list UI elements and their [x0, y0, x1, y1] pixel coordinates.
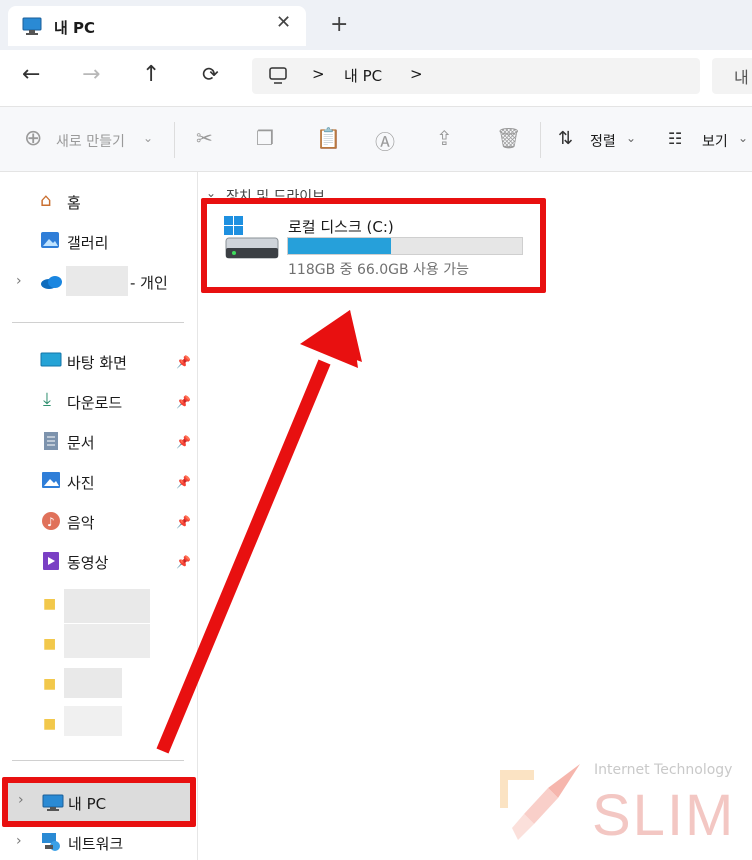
paste-icon[interactable]: 📋: [316, 126, 341, 150]
folder-icon: ■: [43, 676, 57, 692]
add-icon: ⊕: [24, 126, 43, 151]
sidebar-item-label: 음악: [67, 514, 95, 532]
separator: [540, 122, 541, 158]
onedrive-cloud-icon: [41, 276, 62, 289]
drive-usage-bar: [287, 237, 523, 255]
sidebar-item-label: 갤러리: [67, 234, 109, 252]
annotation-arrow: [156, 310, 362, 754]
drive-name: 로컬 디스크 (C:): [288, 218, 394, 236]
sidebar-item-gallery[interactable]: 갤러리: [40, 230, 190, 254]
sidebar-item-home[interactable]: ⌂ 홈: [40, 190, 190, 214]
network-icon: [42, 833, 60, 851]
sidebar-item-label: 다운로드: [67, 394, 123, 412]
tab-label: 내 PC: [54, 19, 96, 37]
desktop-icon: [40, 352, 62, 367]
folder-icon: ■: [43, 636, 57, 652]
redacted-folder-name: [64, 589, 150, 623]
sidebar-item-label: 사진: [67, 474, 95, 492]
redacted-folder-name: [64, 706, 122, 736]
forward-button[interactable]: →: [82, 62, 100, 87]
monitor-icon: [42, 794, 64, 811]
address-bar[interactable]: > 내 PC >: [252, 58, 700, 94]
sidebar-item-this-pc[interactable]: › 내 PC: [2, 777, 196, 827]
sidebar-item-folder[interactable]: ■: [40, 668, 152, 704]
drive-free-space: 118GB 중 66.0GB 사용 가능: [288, 262, 470, 278]
sidebar-item-label: 홈: [67, 194, 81, 212]
local-disk-icon: [224, 216, 279, 259]
folder-icon: ■: [43, 596, 57, 612]
breadcrumb-item-this-pc[interactable]: 내 PC: [344, 65, 382, 86]
refresh-button[interactable]: ⟳: [202, 62, 219, 86]
rename-icon[interactable]: Ⓐ: [375, 126, 395, 155]
chevron-right-icon[interactable]: ›: [16, 273, 22, 289]
gallery-icon: [41, 232, 59, 248]
sidebar-item-label: 문서: [67, 434, 95, 452]
copy-icon[interactable]: ❐: [256, 126, 274, 150]
sidebar-divider: [12, 760, 184, 761]
music-icon: ♪: [42, 512, 60, 530]
sidebar-item-label: 내 PC: [68, 795, 107, 813]
sidebar-item-label: 네트워크: [68, 835, 124, 853]
back-button[interactable]: ←: [22, 62, 40, 87]
redacted-account-name: [66, 266, 128, 296]
sort-button[interactable]: 정렬: [590, 131, 616, 151]
cut-icon[interactable]: ✂: [196, 126, 213, 150]
drive-usage-fill: [288, 238, 391, 254]
rocket-logo-icon: [500, 764, 580, 840]
chevron-right-icon[interactable]: ›: [16, 833, 22, 849]
video-icon: [43, 552, 59, 570]
view-button[interactable]: 보기: [702, 131, 728, 151]
view-icon: ☷: [668, 129, 683, 148]
download-icon: ⤓: [43, 389, 51, 410]
computer-icon: [269, 67, 287, 84]
sidebar-item-network[interactable]: › 네트워크: [12, 830, 192, 856]
document-icon: [44, 432, 58, 450]
search-placeholder: 내: [734, 68, 749, 87]
redacted-folder-name: [64, 624, 150, 658]
separator: [174, 122, 175, 158]
sidebar-item-folder[interactable]: ■: [40, 589, 152, 624]
chevron-right-icon[interactable]: ›: [18, 792, 24, 808]
sort-icon: ⇅: [558, 128, 574, 149]
new-tab-button[interactable]: +: [330, 12, 348, 37]
monitor-icon: [22, 17, 42, 35]
close-tab-icon[interactable]: ✕: [276, 12, 291, 33]
sidebar-item-label: 바탕 화면: [67, 354, 127, 372]
breadcrumb-separator: >: [312, 65, 325, 83]
folder-icon: ■: [43, 716, 57, 732]
home-icon: ⌂: [40, 190, 52, 211]
sidebar-item-label: 동영상: [67, 554, 109, 572]
sidebar-item-folder[interactable]: ■: [40, 624, 152, 664]
delete-icon[interactable]: 🗑: [496, 126, 521, 150]
watermark-logo-text: SLIM: [592, 783, 736, 848]
chevron-down-icon: ⌄: [738, 131, 749, 145]
svg-text:♪: ♪: [47, 515, 55, 529]
chevron-down-icon: ⌄: [143, 131, 154, 145]
redacted-folder-name: [64, 668, 122, 698]
up-button[interactable]: ↑: [142, 62, 160, 87]
tab-this-pc[interactable]: 내 PC ✕: [8, 6, 306, 46]
sidebar-item-label: - 개인: [130, 274, 168, 292]
chevron-down-icon: ⌄: [626, 131, 637, 145]
sidebar-item-onedrive[interactable]: › - 개인: [12, 266, 192, 296]
pictures-icon: [42, 472, 60, 488]
new-button-label[interactable]: 새로 만들기: [56, 131, 125, 151]
breadcrumb-separator[interactable]: >: [410, 65, 423, 83]
sidebar-item-folder[interactable]: ■: [40, 706, 152, 744]
share-icon[interactable]: ⇪: [436, 126, 453, 150]
watermark-text: Internet Technology: [594, 762, 733, 778]
